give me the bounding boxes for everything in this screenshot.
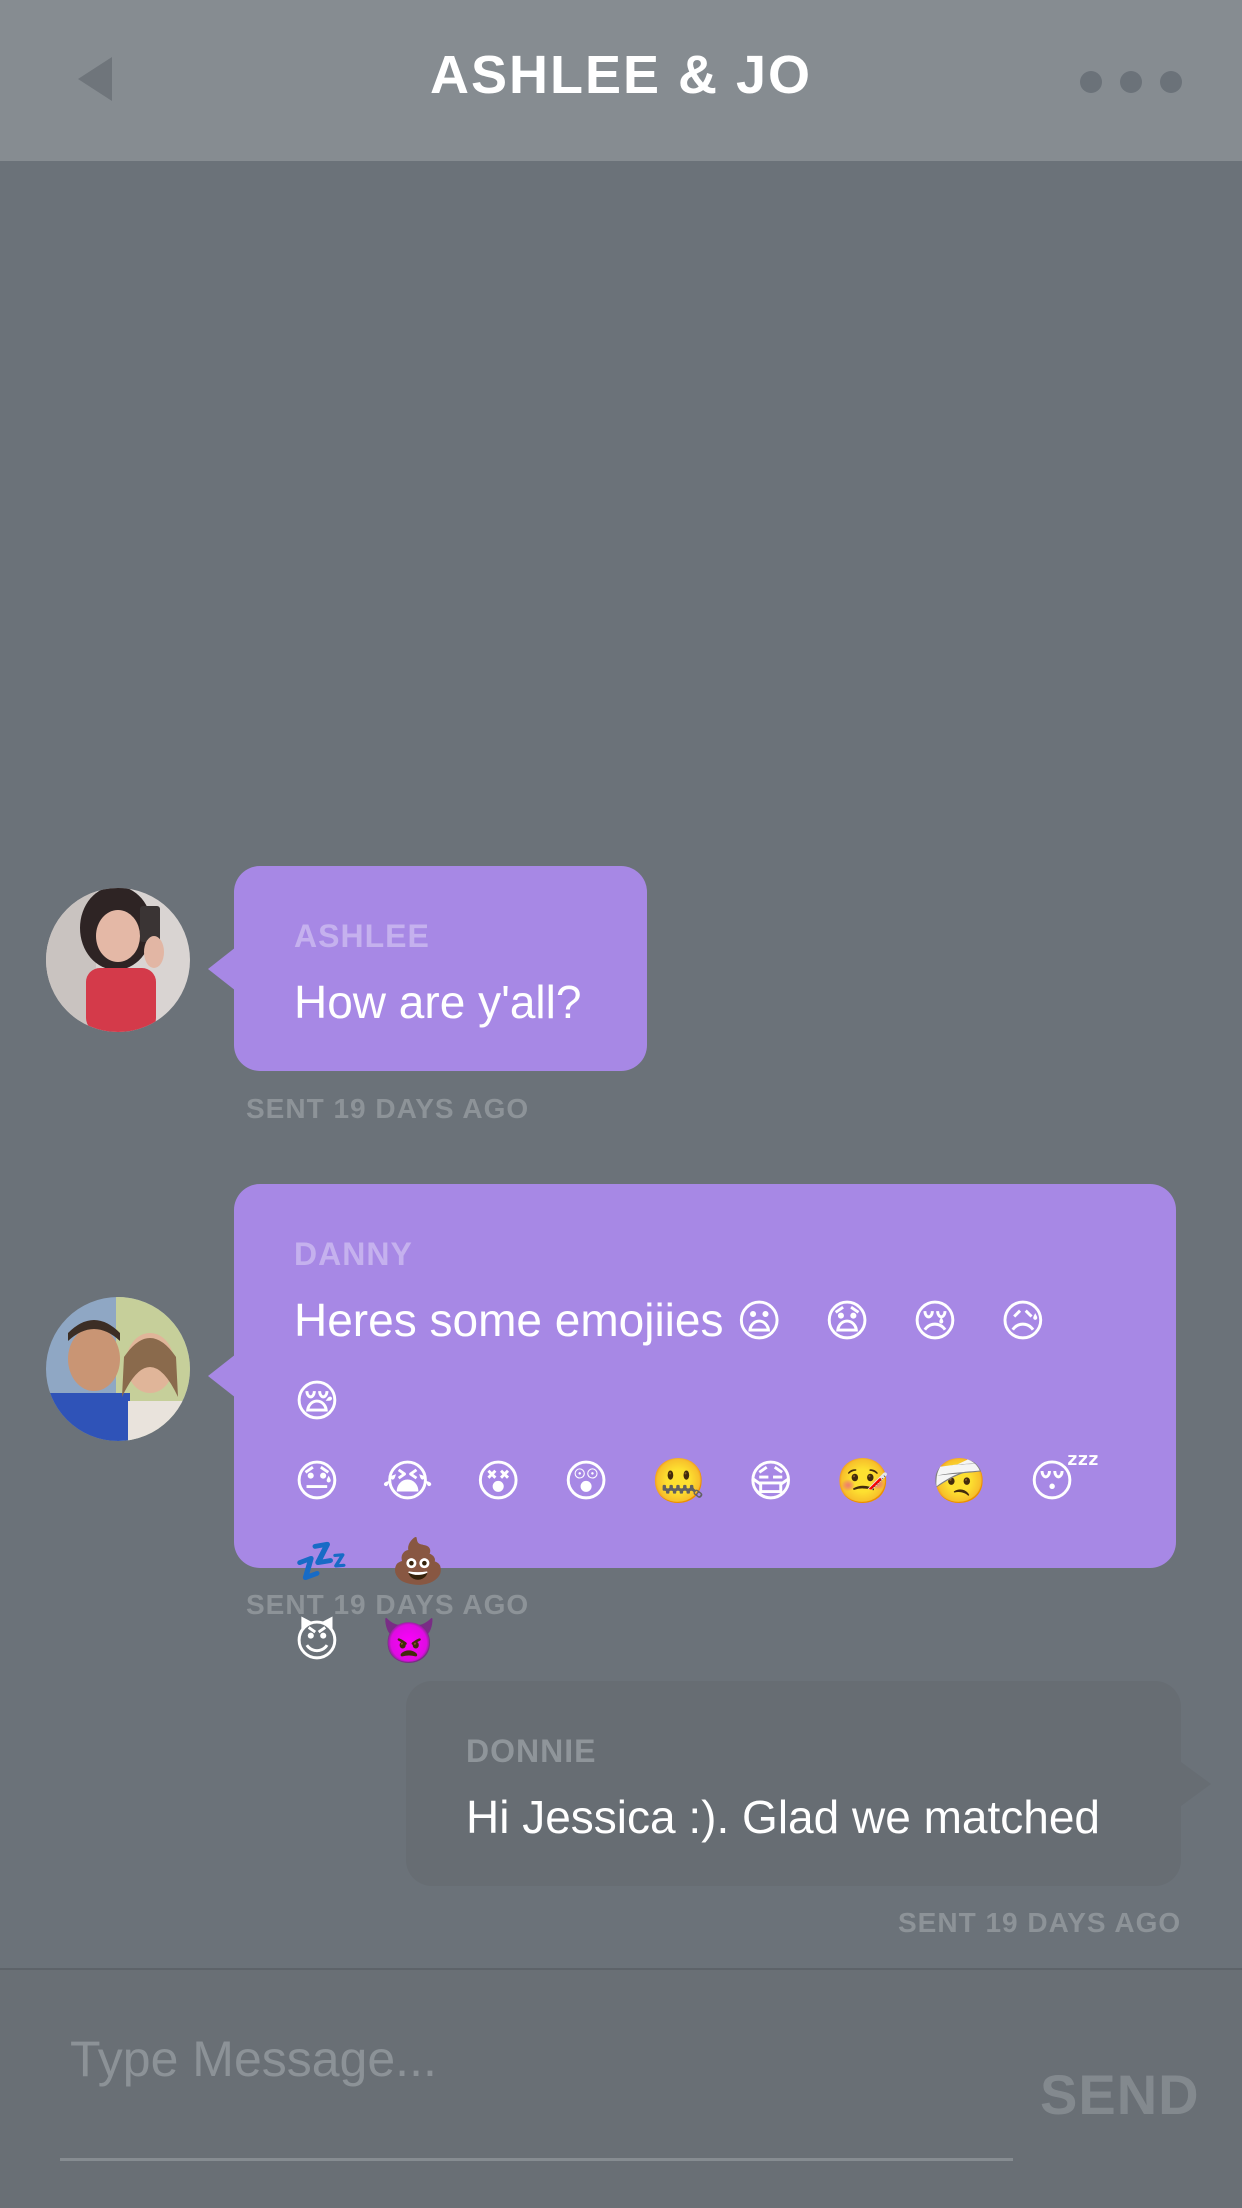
more-dot-icon — [1080, 71, 1102, 93]
message-bubble[interactable]: DANNY Heres some emojiies 😦 😧 😢 😥 😪 😓 😭 … — [208, 1184, 1176, 1667]
emoji-group: 😈 👿 — [294, 1616, 451, 1667]
avatar-danny[interactable] — [46, 1297, 190, 1441]
avatar-ashlee[interactable] — [46, 888, 190, 1032]
message-timestamp: SENT 19 DAYS AGO — [246, 1589, 530, 1620]
message-timestamp: SENT 19 DAYS AGO — [246, 1093, 530, 1124]
message-bubble[interactable]: ASHLEE How are y'all? — [208, 866, 647, 1071]
message-input[interactable] — [70, 2024, 1010, 2094]
message-sender: ASHLEE — [294, 918, 430, 954]
input-underline — [60, 2158, 1013, 2161]
more-options-button[interactable] — [1080, 62, 1200, 102]
send-button[interactable]: SEND — [1040, 2062, 1200, 2127]
message-text: How are y'all? — [294, 976, 582, 1028]
more-dot-icon — [1160, 71, 1182, 93]
message-text-part: Heres some emojiies — [294, 1294, 724, 1346]
more-dot-icon — [1120, 71, 1142, 93]
message-text: Heres some emojiies 😦 😧 😢 😥 😪 😓 😭 😵 😲 🤐 … — [294, 1281, 1116, 1681]
message-bubble[interactable]: DONNIE Hi Jessica :). Glad we matched — [406, 1681, 1211, 1886]
chat-header: ASHLEE & JO — [0, 0, 1242, 161]
message-sender: DONNIE — [466, 1733, 597, 1769]
chat-title: ASHLEE & JO — [429, 45, 813, 105]
message-sender: DANNY — [294, 1236, 413, 1272]
message-text: Hi Jessica :). Glad we matched — [466, 1791, 1101, 1843]
message-timestamp: SENT 19 DAYS AGO — [898, 1907, 1182, 1938]
emoji-group: 😓 😭 😵 😲 🤐 😷 🤒 🤕 😴 💤 💩 — [294, 1456, 1114, 1587]
